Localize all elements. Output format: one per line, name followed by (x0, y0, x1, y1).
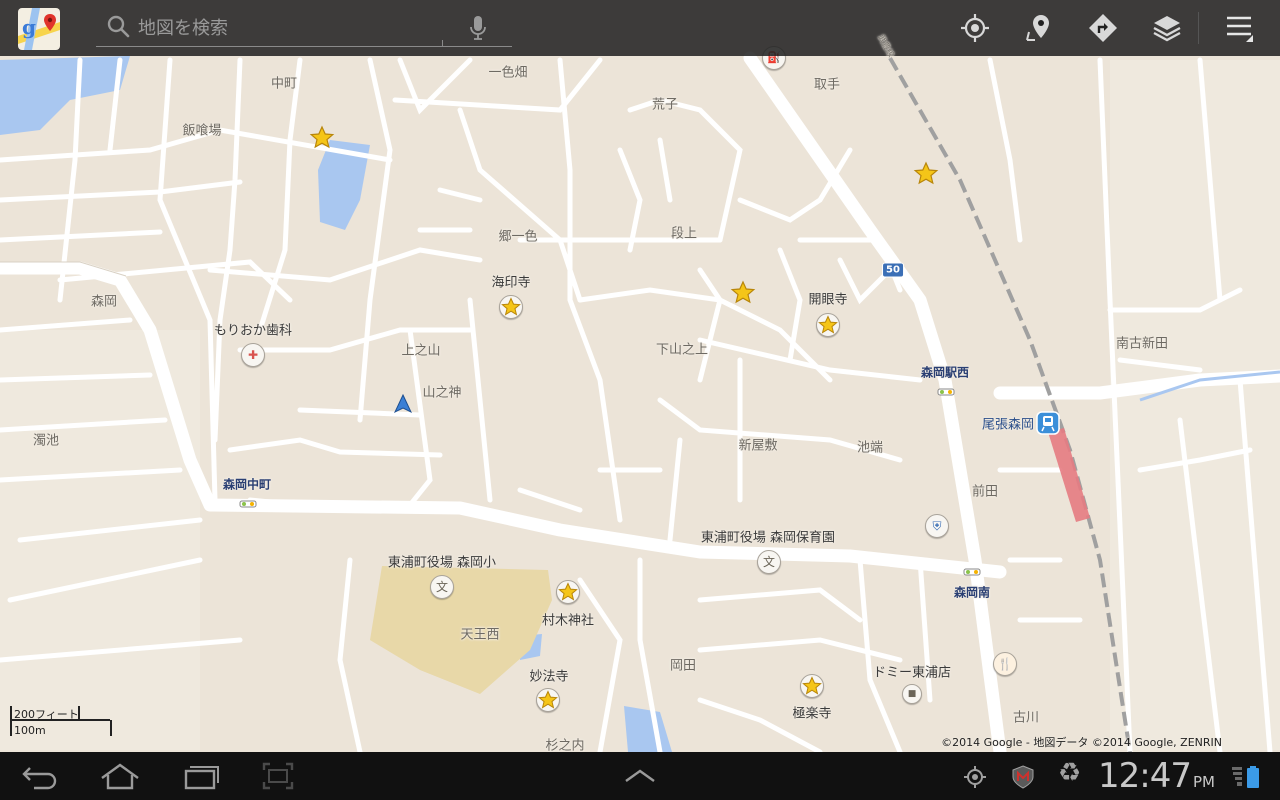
map-canvas[interactable]: 中町 一色畑 取手 荒子 飯喰場 郷一色 段上 森岡 上之山 山之神 下山之上 … (0, 0, 1280, 754)
area-label: 天王西 (460, 627, 500, 643)
current-location-arrow-icon (394, 394, 412, 414)
gps-icon (964, 766, 986, 788)
area-label: 郷一色 (498, 229, 538, 245)
back-icon[interactable] (18, 762, 62, 790)
poi-label-kaiganji[interactable]: 開眼寺 (808, 289, 847, 308)
area-label: 一色畑 (488, 65, 528, 81)
school-icon[interactable]: 文 (430, 575, 454, 599)
area-label: 森岡 (90, 294, 118, 310)
poi-label-elementary-school[interactable]: 東浦町役場 森岡小 (388, 552, 496, 571)
svg-text:g: g (22, 15, 36, 39)
recycle-icon: ♻ (1058, 758, 1082, 788)
menu-icon[interactable] (1222, 12, 1258, 44)
area-label: 南古新田 (1115, 336, 1169, 352)
scale-metric: 100m (14, 724, 46, 737)
bus-stop-label[interactable]: 森岡南 (954, 584, 990, 601)
screenshot-icon[interactable] (256, 762, 300, 790)
star-icon (558, 582, 578, 601)
battery-icon (1247, 766, 1259, 788)
layers-icon[interactable] (1151, 12, 1183, 44)
restaurant-icon[interactable]: 🍴 (993, 652, 1017, 676)
area-label: 濁池 (32, 433, 60, 449)
search-bar[interactable] (96, 10, 512, 47)
area-label: 下山之上 (655, 342, 709, 358)
poi-label-dental[interactable]: もりおか歯科 (214, 320, 292, 339)
bus-stop-label[interactable]: 森岡中町 (223, 476, 271, 493)
train-station-label[interactable]: 尾張森岡 (982, 414, 1034, 433)
star-icon (818, 315, 838, 334)
starred-place-icon[interactable] (730, 280, 756, 306)
area-label: 前田 (971, 484, 999, 500)
security-shield-icon (1012, 765, 1034, 789)
poi-label-domy[interactable]: ドミー東浦店 (873, 662, 951, 681)
area-label: 山之神 (422, 385, 462, 401)
area-label: 杉之内 (545, 738, 585, 754)
search-icon (107, 15, 130, 38)
system-navigation-bar: ♻ 12:47 PM (0, 752, 1280, 800)
bus-stop-label[interactable]: 森岡駅西 (921, 364, 969, 381)
star-icon (802, 676, 822, 695)
scale-bar: 200フィート 100m (10, 704, 112, 738)
microphone-icon[interactable] (470, 15, 486, 41)
starred-temple-pin[interactable] (499, 295, 523, 319)
directions-icon[interactable] (1087, 12, 1119, 44)
scale-line (10, 719, 110, 721)
up-chevron-icon[interactable] (618, 762, 662, 790)
area-label: 岡田 (669, 658, 697, 674)
starred-shrine-pin[interactable] (556, 580, 580, 604)
police-box-icon[interactable]: ⛨ (925, 514, 949, 538)
area-label: 飯喰場 (182, 123, 222, 139)
search-divider (442, 40, 443, 46)
google-maps-logo[interactable]: g (18, 8, 60, 50)
starred-temple-pin[interactable] (800, 674, 824, 698)
poi-label-gokurakuji[interactable]: 極楽寺 (792, 703, 831, 722)
area-label: 段上 (670, 226, 698, 242)
dental-clinic-icon[interactable]: ✚ (241, 343, 265, 367)
shop-icon[interactable]: ■ (902, 684, 922, 704)
starred-temple-pin[interactable] (536, 688, 560, 712)
area-label: 取手 (813, 77, 841, 93)
school-icon[interactable]: 文 (757, 550, 781, 574)
toolbar-divider (1198, 12, 1199, 44)
area-label: 中町 (270, 76, 298, 92)
map-base (0, 0, 1280, 752)
star-icon (538, 690, 558, 709)
area-label: 荒子 (651, 97, 679, 113)
scale-tick (10, 706, 12, 736)
starred-place-icon[interactable] (309, 125, 335, 151)
poi-label-myohoji[interactable]: 妙法寺 (529, 666, 568, 685)
search-input[interactable] (136, 14, 440, 42)
area-label: 上之山 (401, 343, 441, 359)
clock-time: 12:47 (1098, 756, 1192, 796)
clock-ampm: PM (1192, 773, 1215, 791)
area-label: 池端 (856, 440, 884, 456)
poi-label-kaiinji[interactable]: 海印寺 (491, 272, 530, 291)
area-label: 古川 (1012, 710, 1040, 726)
area-label: 新屋敷 (738, 438, 778, 454)
my-location-icon[interactable] (959, 12, 991, 44)
map-copyright: ©2014 Google - 地図データ ©2014 Google, ZENRI… (941, 736, 1222, 749)
home-icon[interactable] (98, 762, 142, 790)
scale-tick (110, 720, 112, 736)
poi-label-muraki-shrine[interactable]: 村木神社 (542, 610, 594, 629)
train-station-icon[interactable] (1036, 411, 1060, 435)
starred-temple-pin[interactable] (816, 313, 840, 337)
maps-action-bar: g (0, 0, 1280, 56)
starred-place-icon[interactable] (913, 161, 939, 187)
status-clock: 12:47 PM (1098, 756, 1215, 796)
route-shield: 50 (882, 262, 904, 278)
poi-label-nursery[interactable]: 東浦町役場 森岡保育園 (701, 527, 835, 546)
star-icon (501, 297, 521, 316)
recent-apps-icon[interactable] (180, 762, 224, 790)
scale-tick (78, 706, 80, 720)
places-icon[interactable] (1023, 12, 1055, 44)
